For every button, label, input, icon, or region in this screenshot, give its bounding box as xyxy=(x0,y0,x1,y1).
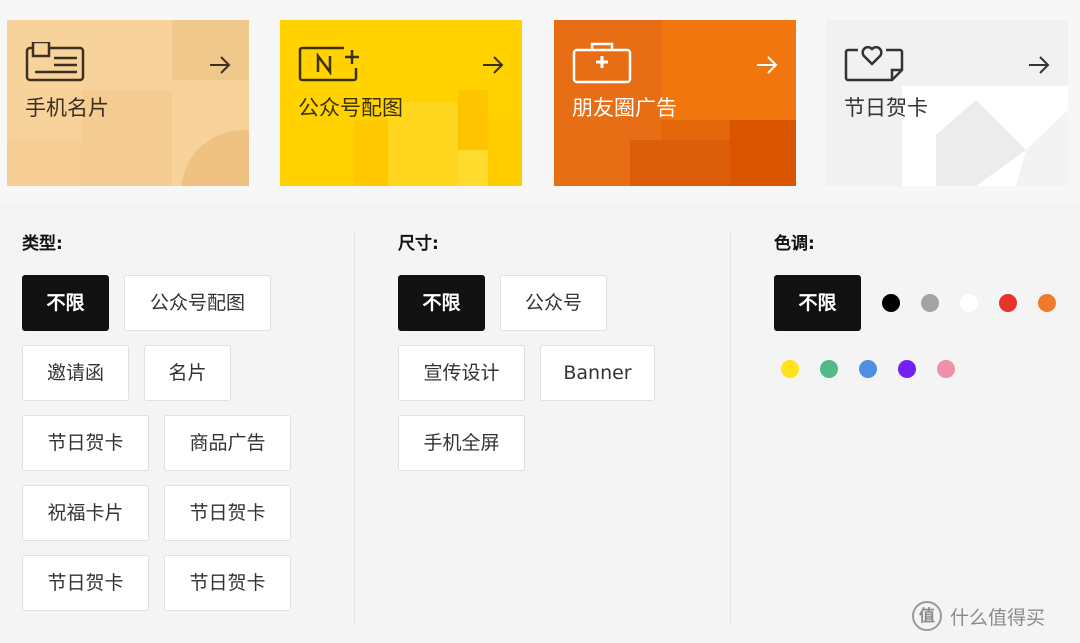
card-label: 公众号配图 xyxy=(298,96,403,120)
type-options: 不限 公众号配图 邀请函 名片 节日贺卡 商品广告 祝福卡片 节日贺卡 节日贺卡… xyxy=(22,275,322,625)
filter-title: 色调: xyxy=(774,234,815,254)
heart-card-icon xyxy=(844,45,904,82)
filter-title: 类型: xyxy=(22,234,63,254)
size-option-fullscreen[interactable]: 手机全屏 xyxy=(398,415,525,471)
color-swatch-pink[interactable] xyxy=(937,360,955,378)
filter-size: 尺寸: 不限 公众号 宣传设计 Banner 手机全屏 xyxy=(398,232,708,485)
size-options: 不限 公众号 宣传设计 Banner 手机全屏 xyxy=(398,275,698,485)
color-swatch-gray[interactable] xyxy=(921,294,939,312)
arrow-right-icon xyxy=(210,56,231,74)
column-divider xyxy=(730,232,731,624)
color-swatch-green[interactable] xyxy=(820,360,838,378)
arrow-right-icon xyxy=(757,56,778,74)
watermark-logo-icon: 值 xyxy=(912,601,942,631)
color-swatch-black[interactable] xyxy=(882,294,900,312)
color-swatch-blue[interactable] xyxy=(859,360,877,378)
color-swatch-red[interactable] xyxy=(999,294,1017,312)
filter-tone: 色调: 不限 xyxy=(774,232,1064,378)
card-mobile-business-card[interactable]: 手机名片 xyxy=(7,20,249,186)
color-swatch-orange[interactable] xyxy=(1038,294,1056,312)
column-divider xyxy=(354,232,355,624)
card-moments-ad[interactable]: 朋友圈广告 xyxy=(554,20,796,186)
type-option-holiday-card[interactable]: 节日贺卡 xyxy=(164,555,291,611)
type-option-holiday-card[interactable]: 节日贺卡 xyxy=(22,555,149,611)
card-holiday-greeting[interactable]: 节日贺卡 xyxy=(826,20,1068,186)
type-option-business-card[interactable]: 名片 xyxy=(144,345,231,401)
new-image-icon xyxy=(298,46,359,82)
type-option-greeting-card[interactable]: 祝福卡片 xyxy=(22,485,149,541)
watermark-text: 什么值得买 xyxy=(950,606,1046,629)
size-option-wechat[interactable]: 公众号 xyxy=(500,275,607,331)
watermark-glyph: 值 xyxy=(918,606,935,625)
tone-option-all[interactable]: 不限 xyxy=(774,275,861,331)
color-swatch-yellow[interactable] xyxy=(781,360,799,378)
arrow-right-icon xyxy=(1029,56,1050,74)
card-wechat-image[interactable]: 公众号配图 xyxy=(280,20,522,186)
watermark: 值 什么值得买 xyxy=(912,600,1045,632)
card-label: 朋友圈广告 xyxy=(572,96,677,120)
color-swatch-white[interactable] xyxy=(960,294,978,312)
filter-title: 尺寸: xyxy=(398,234,439,254)
type-option-all[interactable]: 不限 xyxy=(22,275,109,331)
arrow-right-icon xyxy=(483,56,504,74)
size-option-promo-design[interactable]: 宣传设计 xyxy=(398,345,525,401)
color-swatch-purple[interactable] xyxy=(898,360,916,378)
tone-row-2 xyxy=(781,360,1064,378)
tone-row-1: 不限 xyxy=(774,275,1064,331)
type-option-holiday-card[interactable]: 节日贺卡 xyxy=(164,485,291,541)
type-option-product-ad[interactable]: 商品广告 xyxy=(164,415,291,471)
card-label: 节日贺卡 xyxy=(844,96,928,120)
type-option-wechat-image[interactable]: 公众号配图 xyxy=(124,275,271,331)
size-option-banner[interactable]: Banner xyxy=(540,345,655,401)
size-option-all[interactable]: 不限 xyxy=(398,275,485,331)
medical-box-icon xyxy=(572,42,632,84)
type-option-invitation[interactable]: 邀请函 xyxy=(22,345,129,401)
filter-type: 类型: 不限 公众号配图 邀请函 名片 节日贺卡 商品广告 祝福卡片 节日贺卡 … xyxy=(22,232,332,625)
business-card-icon xyxy=(25,42,85,82)
type-option-holiday-card[interactable]: 节日贺卡 xyxy=(22,415,149,471)
card-label: 手机名片 xyxy=(25,96,109,120)
